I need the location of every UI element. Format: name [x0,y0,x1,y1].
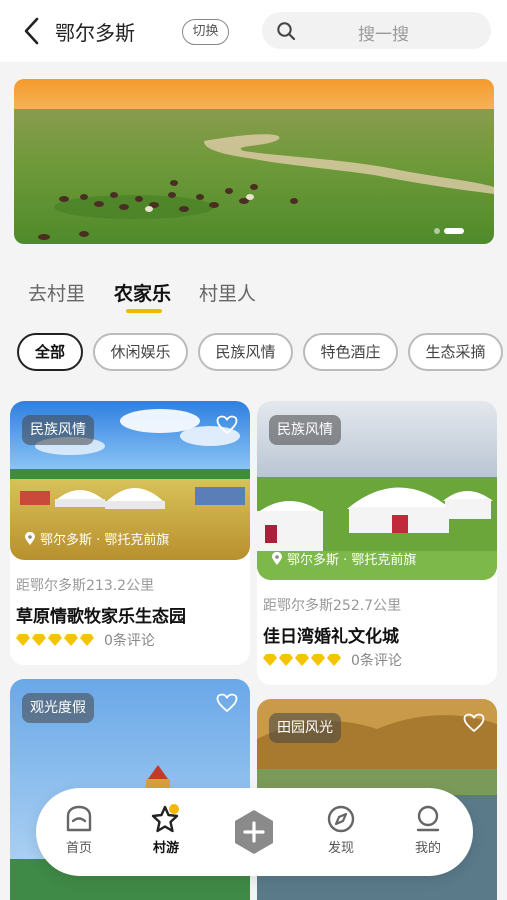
category-tabs: 去村里 农家乐 村里人 [0,279,507,319]
venue-card[interactable]: 民族风情 鄂尔多斯 · 鄂托克前旗 距鄂尔多斯213.2公里 草原情歌牧家乐生态… [10,401,250,665]
profile-icon [416,805,440,832]
rating-gem-icon [263,654,277,666]
switch-city-button[interactable]: 切换 [182,19,229,45]
filter-winery[interactable]: 特色酒庄 [303,333,398,371]
banner-image [14,79,494,244]
active-tab-underline [126,309,162,313]
search-box[interactable]: 搜一搜 [262,12,491,49]
filter-all[interactable]: 全部 [17,333,83,371]
filter-leisure[interactable]: 休闲娱乐 [93,333,188,371]
nav-discover-label: 发现 [327,841,354,856]
star-icon [151,804,179,833]
rating-gem-icon [311,654,325,666]
venue-name: 佳日湾婚礼文化城 [263,627,399,647]
top-bar: 鄂尔多斯 切换 搜一搜 [0,0,507,62]
filter-ethnic[interactable]: 民族风情 [198,333,293,371]
venue-name: 草原情歌牧家乐生态园 [16,607,186,627]
search-placeholder: 搜一搜 [358,25,409,45]
category-badge: 民族风情 [22,415,94,445]
nav-village-tour-label: 村游 [152,841,179,856]
search-icon [277,22,296,41]
category-badge: 民族风情 [269,415,341,445]
venue-distance: 距鄂尔多斯252.7公里 [263,598,402,614]
category-badge: 田园风光 [269,713,341,743]
heart-icon[interactable] [216,693,238,713]
carousel-dot-active[interactable] [444,228,464,234]
rating-gem-icon [16,634,30,646]
rating-gem-icon [327,654,341,666]
rating-gem-icon [279,654,293,666]
review-count: 0条评论 [104,633,155,649]
tab-village[interactable]: 去村里 [28,279,85,306]
filter-picking[interactable]: 生态采摘 [408,333,503,371]
venue-distance: 距鄂尔多斯213.2公里 [16,578,155,594]
compass-icon [327,805,355,833]
venue-card[interactable]: 民族风情 鄂尔多斯 · 鄂托克前旗 距鄂尔多斯252.7公里 佳日湾婚礼文化城 … [257,401,497,685]
review-count: 0条评论 [351,653,402,669]
location-pin-icon [272,551,282,565]
carousel-dot[interactable] [434,228,440,234]
nav-profile[interactable]: 我的 [398,804,458,856]
bottom-navigation: 首页 村游 发现 我的 [36,788,473,876]
plus-icon[interactable] [232,808,276,856]
tab-farmstay[interactable]: 农家乐 [114,279,171,306]
venue-location: 鄂尔多斯 · 鄂托克前旗 [271,549,416,568]
back-arrow-icon[interactable] [20,16,44,46]
location-text: 鄂尔多斯 · 鄂托克前旗 [287,553,417,568]
carousel-dots [434,228,464,234]
city-name: 鄂尔多斯 [55,21,135,45]
nav-village-tour[interactable]: 村游 [136,804,196,856]
rating-gem-icon [48,634,62,646]
venue-location: 鄂尔多斯 · 鄂托克前旗 [24,529,169,548]
banner-carousel[interactable] [14,79,494,244]
rating-gem-icon [32,634,46,646]
rating-gem-icon [64,634,78,646]
venue-rating: 0条评论 [263,650,402,670]
nav-discover[interactable]: 发现 [311,804,371,856]
nav-home-label: 首页 [65,841,92,856]
location-text: 鄂尔多斯 · 鄂托克前旗 [40,533,170,548]
location-pin-icon [25,531,35,545]
nav-home[interactable]: 首页 [49,804,109,856]
heart-icon[interactable] [216,415,238,435]
home-icon [66,805,92,832]
heart-icon[interactable] [463,713,485,733]
tab-villagers[interactable]: 村里人 [199,279,256,306]
nav-profile-label: 我的 [414,841,441,856]
venue-rating: 0条评论 [16,630,155,650]
rating-gem-icon [80,634,94,646]
category-badge: 观光度假 [22,693,94,723]
rating-gem-icon [295,654,309,666]
